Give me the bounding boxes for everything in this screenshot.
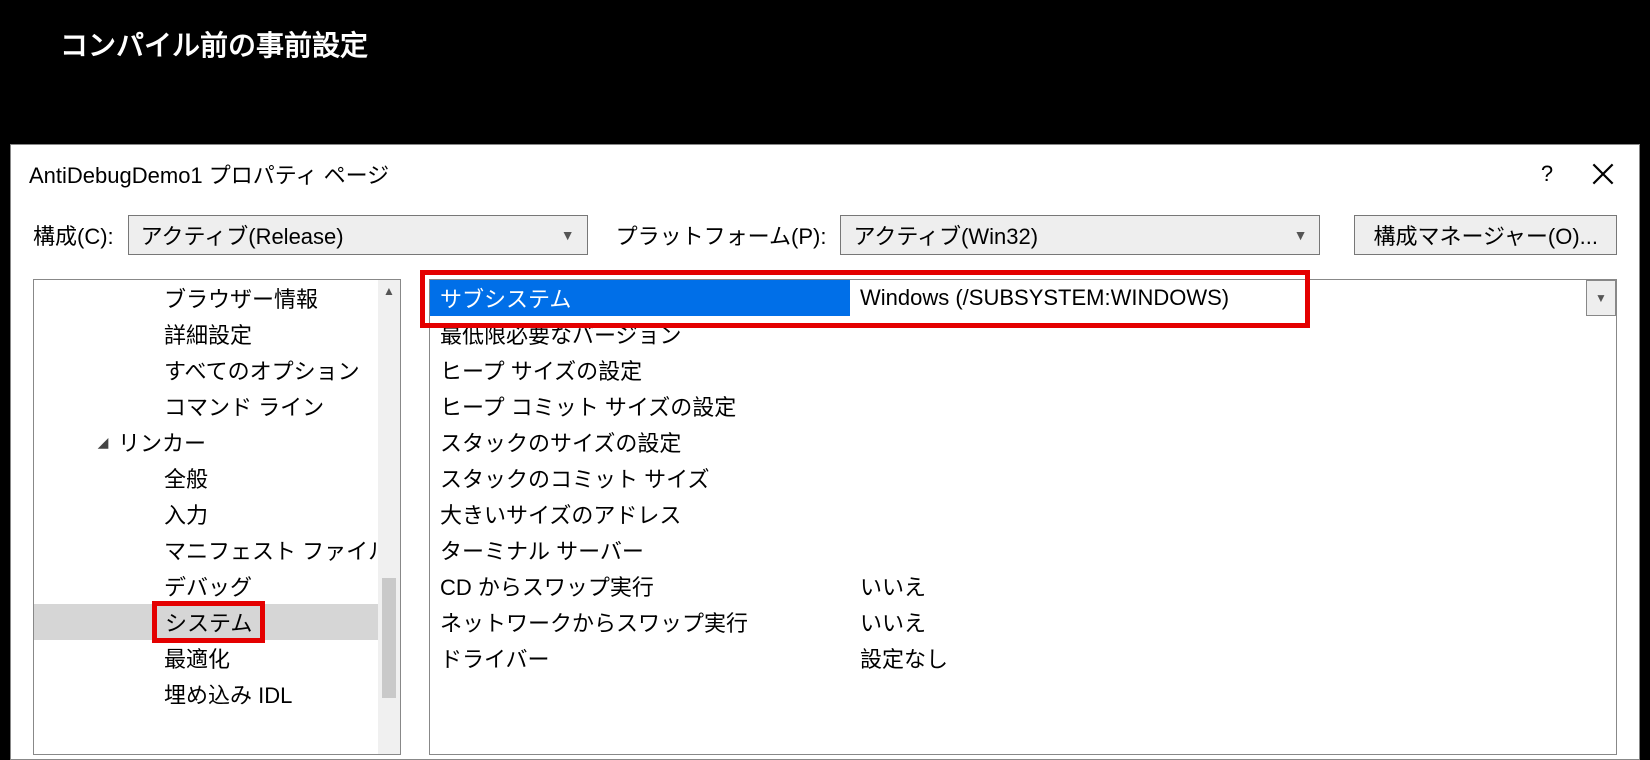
chevron-down-icon: ▼ [1595, 291, 1607, 305]
scroll-up-icon: ▲ [383, 284, 395, 298]
titlebar: AntiDebugDemo1 プロパティ ページ ? [11, 145, 1639, 203]
property-value[interactable] [850, 316, 1616, 352]
property-name: ネットワークからスワップ実行 [430, 604, 850, 640]
tree-item[interactable]: 最適化 [34, 640, 400, 676]
property-name: スタックのコミット サイズ [430, 460, 850, 496]
property-row[interactable]: スタックのサイズの設定 [430, 424, 1616, 460]
platform-combo[interactable]: アクティブ(Win32) ▼ [840, 215, 1320, 255]
property-value[interactable]: いいえ [850, 568, 1616, 604]
tree-item-label: 詳細設定 [164, 318, 252, 350]
tree-pane: ブラウザー情報詳細設定すべてのオプションコマンド ライン ◢ リンカー全般入力マニフ… [33, 279, 401, 755]
tree-item-label: 埋め込み IDL [164, 678, 292, 710]
tree-item-label: 入力 [164, 498, 208, 530]
tree-item-label: コマンド ライン [164, 390, 324, 422]
tree-item-label: ブラウザー情報 [164, 282, 318, 314]
property-name: ヒープ サイズの設定 [430, 352, 850, 388]
platform-combo-value: アクティブ(Win32) [853, 219, 1038, 251]
property-grid: サブシステムWindows (/SUBSYSTEM:WINDOWS) ▼ 最低限必要… [429, 279, 1617, 755]
configuration-manager-button[interactable]: 構成マネージャー(O)... [1354, 215, 1617, 255]
tree-item-label: システム [152, 601, 265, 643]
tree-item[interactable]: 入力 [34, 496, 400, 532]
config-combo[interactable]: アクティブ(Release) ▼ [128, 215, 588, 255]
close-button[interactable] [1575, 150, 1631, 198]
property-pages-dialog: AntiDebugDemo1 プロパティ ページ ? 構成(C): アクティブ(… [10, 144, 1640, 760]
property-value[interactable] [850, 460, 1616, 496]
scroll-thumb[interactable] [382, 578, 396, 698]
dialog-body: ブラウザー情報詳細設定すべてのオプションコマンド ライン ◢ リンカー全般入力マニフ… [11, 259, 1639, 755]
config-combo-value: アクティブ(Release) [141, 219, 344, 251]
tree-item-label: リンカー [118, 426, 206, 458]
tree-item[interactable]: 全般 [34, 460, 400, 496]
chevron-down-icon: ▼ [1294, 227, 1308, 243]
property-row[interactable]: 大きいサイズのアドレス [430, 496, 1616, 532]
property-row[interactable]: ターミナル サーバー [430, 532, 1616, 568]
property-name: ヒープ コミット サイズの設定 [430, 388, 850, 424]
tree-item[interactable]: ブラウザー情報 [34, 280, 400, 316]
property-dropdown-button[interactable]: ▼ [1586, 280, 1616, 316]
property-name: スタックのサイズの設定 [430, 424, 850, 460]
caret-down-icon: ◢ [94, 434, 112, 451]
configuration-row: 構成(C): アクティブ(Release) ▼ プラットフォーム(P): アクテ… [11, 203, 1639, 259]
property-row[interactable]: ヒープ コミット サイズの設定 [430, 388, 1616, 424]
property-value[interactable] [850, 532, 1616, 568]
property-name: ドライバー [430, 640, 850, 676]
property-row[interactable]: ネットワークからスワップ実行いいえ [430, 604, 1616, 640]
property-value[interactable] [850, 388, 1616, 424]
configuration-manager-label: 構成マネージャー(O)... [1373, 219, 1598, 251]
tree-item-label: 最適化 [164, 642, 230, 674]
tree-item-label: デバッグ [164, 570, 252, 602]
tree-item[interactable]: マニフェスト ファイル [34, 532, 400, 568]
help-button[interactable]: ? [1519, 150, 1575, 198]
property-value[interactable]: 設定なし [850, 640, 1616, 676]
property-name: CD からスワップ実行 [430, 568, 850, 604]
property-row[interactable]: スタックのコミット サイズ [430, 460, 1616, 496]
tree-item[interactable]: デバッグ [34, 568, 400, 604]
tree-scrollbar[interactable]: ▲ [378, 280, 400, 754]
tree-item[interactable]: コマンド ライン [34, 388, 400, 424]
config-label: 構成(C): [33, 219, 114, 251]
slide-title: コンパイル前の事前設定 [60, 24, 368, 64]
property-value[interactable] [850, 352, 1616, 388]
property-name: 最低限必要なバージョン [430, 316, 850, 352]
property-value[interactable] [850, 424, 1616, 460]
property-row[interactable]: ドライバー設定なし [430, 640, 1616, 676]
property-value[interactable]: Windows (/SUBSYSTEM:WINDOWS) [850, 280, 1586, 316]
tree-item[interactable]: すべてのオプション [34, 352, 400, 388]
platform-label: プラットフォーム(P): [616, 219, 827, 251]
property-row[interactable]: サブシステムWindows (/SUBSYSTEM:WINDOWS) ▼ [430, 280, 1616, 316]
property-name: サブシステム [430, 280, 850, 316]
tree-item[interactable]: システム [34, 604, 400, 640]
property-value[interactable]: いいえ [850, 604, 1616, 640]
dialog-title: AntiDebugDemo1 プロパティ ページ [29, 158, 1519, 190]
close-icon [1592, 163, 1614, 185]
chevron-down-icon: ▼ [561, 227, 575, 243]
tree-item-label: 全般 [164, 462, 208, 494]
property-name: ターミナル サーバー [430, 532, 850, 568]
tree-item-label: マニフェスト ファイル [164, 534, 390, 566]
property-row[interactable]: 最低限必要なバージョン [430, 316, 1616, 352]
tree-item-linker[interactable]: ◢ リンカー [34, 424, 400, 460]
property-row[interactable]: CD からスワップ実行いいえ [430, 568, 1616, 604]
tree-item-label: すべてのオプション [164, 354, 360, 386]
tree-item[interactable]: 埋め込み IDL [34, 676, 400, 712]
property-row[interactable]: ヒープ サイズの設定 [430, 352, 1616, 388]
property-name: 大きいサイズのアドレス [430, 496, 850, 532]
tree-item[interactable]: 詳細設定 [34, 316, 400, 352]
property-value[interactable] [850, 496, 1616, 532]
